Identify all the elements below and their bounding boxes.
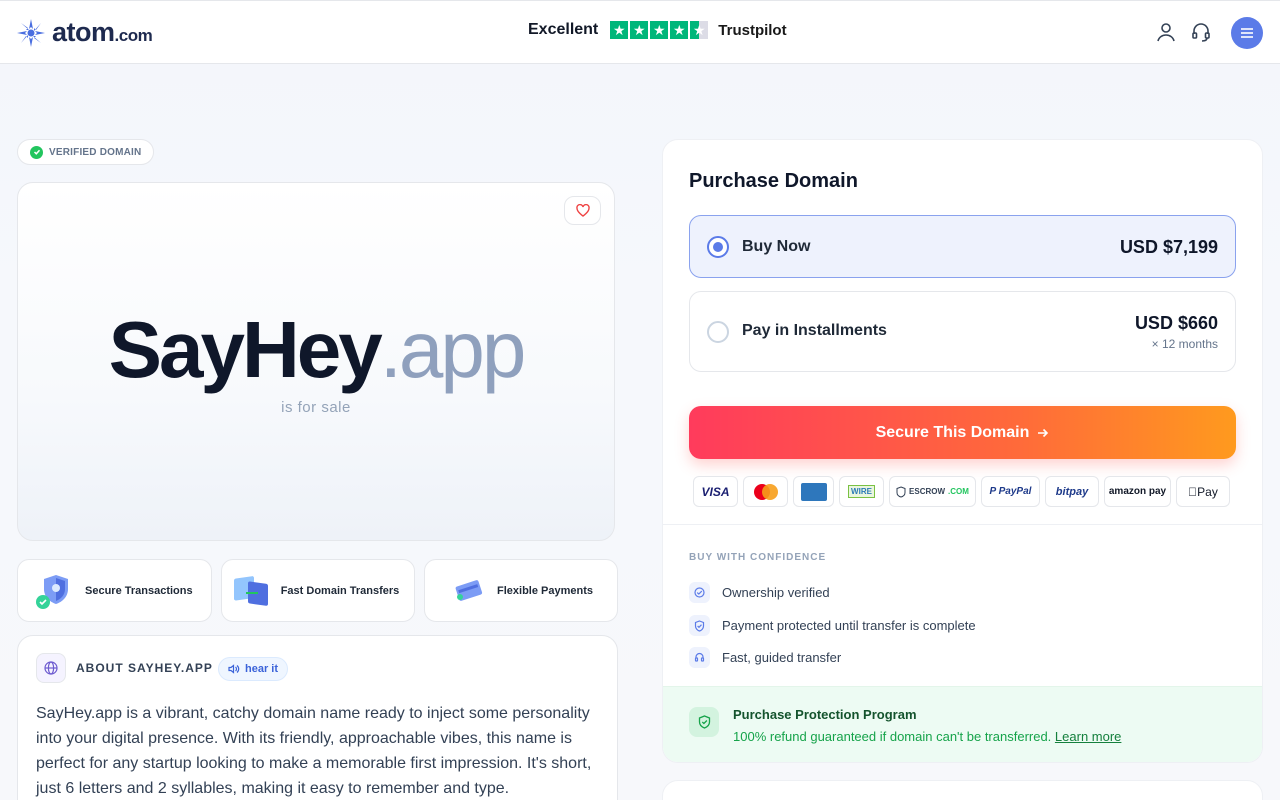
purchase-protection: Purchase Protection Program 100% refund … xyxy=(663,686,1262,762)
about-description: SayHey.app is a vibrant, catchy domain n… xyxy=(36,705,592,797)
wire-transfer-icon: WIRE xyxy=(839,476,884,507)
escrow-icon: ESCROW .COM xyxy=(889,476,976,507)
cta-label: Secure This Domain xyxy=(875,423,1030,441)
shield-check-icon xyxy=(689,707,719,737)
payment-method-label: amazon pay xyxy=(1108,486,1167,497)
about-title: ABOUT SAYHEY.APP xyxy=(76,661,213,675)
domain-tld: .app xyxy=(379,305,527,394)
star-icon: ★ xyxy=(650,21,669,39)
user-icon[interactable] xyxy=(1155,21,1177,43)
check-circle-icon xyxy=(689,582,710,603)
half-star-icon: ★ xyxy=(690,21,709,39)
menu-button[interactable] xyxy=(1231,17,1263,49)
logo-suffix: .com xyxy=(114,26,153,45)
logo-text: atom.com xyxy=(52,17,153,48)
option-label: Pay in Installments xyxy=(742,322,887,339)
globe-icon xyxy=(36,653,66,683)
feature-label: Secure Transactions xyxy=(85,584,193,597)
feature-flexible-payments: Flexible Payments xyxy=(424,559,618,622)
about-section: ABOUT SAYHEY.APP hear it SayHey.app is a… xyxy=(17,635,618,800)
trustpilot-name: Trustpilot xyxy=(718,21,787,39)
arrow-right-icon xyxy=(1038,428,1049,437)
shield-icon xyxy=(689,615,710,636)
trustpilot-rating-text: Excellent xyxy=(528,21,599,38)
check-circle-icon xyxy=(30,145,43,159)
confidence-item: Payment protected until transfer is comp… xyxy=(689,615,976,636)
learn-more-link[interactable]: Learn more xyxy=(1055,729,1121,744)
feature-label: Flexible Payments xyxy=(497,584,593,597)
site-header: atom.com Excellent ★ ★ ★ ★ ★ Trustpilot xyxy=(0,0,1280,64)
verified-domain-badge: VERIFIED DOMAIN xyxy=(17,139,155,165)
for-sale-label: is for sale xyxy=(281,399,351,416)
headset-icon xyxy=(689,647,710,668)
logo-name: atom xyxy=(52,17,115,47)
card-icon xyxy=(455,579,483,601)
payment-method-label: VISA xyxy=(701,484,730,499)
atom-logo-icon xyxy=(17,18,45,47)
domain-hero-card: SayHey.app is for sale xyxy=(17,182,615,541)
radio-unselected[interactable] xyxy=(707,321,729,343)
payment-method-label: Pay xyxy=(1192,484,1218,499)
speaker-icon xyxy=(228,664,240,674)
favorite-button[interactable] xyxy=(564,196,601,225)
confidence-item-text: Ownership verified xyxy=(722,585,830,600)
buy-with-confidence: BUY WITH CONFIDENCE Ownership verified P… xyxy=(663,524,1262,668)
bitpay-icon: bitpay xyxy=(1045,476,1099,507)
headset-icon[interactable] xyxy=(1190,21,1212,43)
trustpilot-stars: ★ ★ ★ ★ ★ xyxy=(610,21,709,39)
option-price: USD $7,199 xyxy=(1119,237,1218,257)
option-installments[interactable]: Pay in Installments USD $660 × 12 months xyxy=(689,291,1236,372)
option-buy-now[interactable]: Buy Now USD $7,199 xyxy=(689,215,1236,278)
verified-label: VERIFIED DOMAIN xyxy=(49,146,142,158)
amazon-pay-icon: amazon pay xyxy=(1104,476,1171,507)
star-icon: ★ xyxy=(630,21,649,39)
menu-icon xyxy=(1241,28,1253,38)
star-icon: ★ xyxy=(670,21,689,39)
protection-title: Purchase Protection Program xyxy=(733,707,917,722)
next-section-card xyxy=(662,780,1263,800)
payment-method-label: bitpay xyxy=(1055,485,1089,498)
amex-icon xyxy=(793,476,834,507)
domain-name-display: SayHey.app xyxy=(18,305,614,395)
heart-icon xyxy=(575,204,590,217)
feature-secure-transactions: Secure Transactions xyxy=(17,559,212,622)
purchase-card: Purchase Domain Buy Now USD $7,199 Pay i… xyxy=(662,139,1263,763)
apple-pay-icon: Pay xyxy=(1176,476,1230,507)
option-label: Buy Now xyxy=(742,238,811,255)
radio-selected[interactable] xyxy=(707,236,729,258)
protection-text: 100% refund guaranteed if domain can't b… xyxy=(733,729,1121,744)
purchase-title: Purchase Domain xyxy=(689,170,858,192)
feature-fast-transfers: Fast Domain Transfers xyxy=(221,559,415,622)
shield-check-icon xyxy=(36,574,68,609)
confidence-item: Fast, guided transfer xyxy=(689,647,841,668)
protection-description: 100% refund guaranteed if domain can't b… xyxy=(733,729,1052,744)
atom-logo[interactable]: atom.com xyxy=(16,17,153,48)
confidence-item-text: Payment protected until transfer is comp… xyxy=(722,618,976,633)
trustpilot-widget[interactable]: Excellent ★ ★ ★ ★ ★ Trustpilot xyxy=(528,21,787,39)
transfer-icon xyxy=(234,575,268,606)
star-icon: ★ xyxy=(610,21,629,39)
hear-it-label: hear it xyxy=(245,663,279,675)
hear-it-button[interactable]: hear it xyxy=(218,657,289,681)
secure-domain-button[interactable]: Secure This Domain xyxy=(689,406,1236,459)
option-price: USD $660 xyxy=(1134,313,1218,333)
payment-methods: VISA WIRE ESCROW .COM P PayPal bitpay ama… xyxy=(693,476,1230,507)
option-subtext: × 12 months xyxy=(1151,337,1218,351)
feature-label: Fast Domain Transfers xyxy=(280,584,400,597)
domain-name: SayHey xyxy=(108,305,383,394)
visa-icon: VISA xyxy=(693,476,738,507)
mastercard-icon xyxy=(743,476,788,507)
confidence-item-text: Fast, guided transfer xyxy=(722,650,842,665)
paypal-icon: P PayPal xyxy=(981,476,1040,507)
confidence-title: BUY WITH CONFIDENCE xyxy=(689,552,827,563)
confidence-item: Ownership verified xyxy=(689,582,830,603)
